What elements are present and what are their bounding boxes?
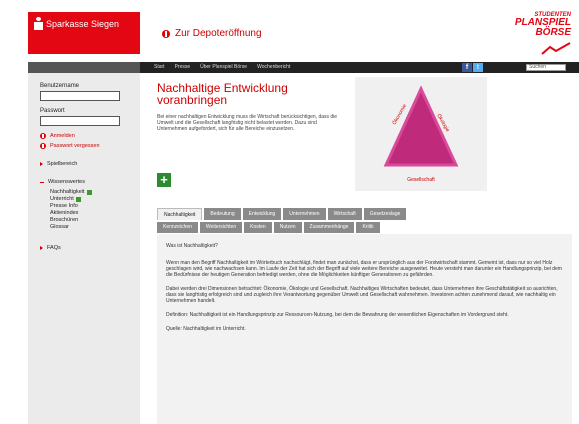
arrow-right-icon	[40, 246, 43, 250]
submenu-item[interactable]: Presse Info	[50, 203, 128, 210]
tab-kosten[interactable]: Kosten	[244, 222, 272, 233]
page-title: Nachhaltige Entwicklung voranbringen	[157, 81, 288, 107]
tab-gesetzeslage[interactable]: Gesetzeslage	[363, 208, 407, 220]
nav-item-start[interactable]: Start	[154, 64, 165, 70]
knowledge-submenu: Nachhaltigkeit Unterricht Presse Info Ak…	[40, 189, 128, 231]
tab-wirtschaft[interactable]: Wirtschaft	[327, 208, 362, 220]
depot-link[interactable]: Zur Depoteröffnung	[162, 28, 262, 39]
tab-zusammenhaenge[interactable]: Zusammenhänge	[303, 222, 355, 233]
secondary-tabs: Kennzeichen Weitersichten Kosten Nutzen …	[157, 222, 380, 233]
submenu-item[interactable]: Unterricht	[50, 196, 128, 203]
forgot-password-link[interactable]: Passwort vergessen	[40, 143, 128, 149]
username-field[interactable]	[40, 91, 120, 101]
nav-item-presse[interactable]: Presse	[175, 64, 191, 70]
article-paragraph: Wenn man den Begriff Nachhaltigkeit im W…	[166, 260, 562, 278]
arrow-right-icon	[40, 162, 43, 166]
submenu-item[interactable]: Glossar	[50, 224, 128, 231]
password-field[interactable]	[40, 116, 120, 126]
sidebar-item-game-label: Spielbereich	[47, 161, 78, 167]
tab-nutzen[interactable]: Nutzen	[273, 222, 302, 233]
password-label: Passwort	[40, 108, 65, 114]
sparkasse-s-icon	[34, 17, 43, 30]
submenu-item-label: Nachhaltigkeit	[50, 189, 85, 195]
article-paragraph: Quelle: Nachhaltigkeit im Unterricht.	[166, 326, 246, 332]
tab-kennzeichen[interactable]: Kennzeichen	[157, 222, 198, 233]
triangle-graphic: Ökonomie Ökologie	[383, 85, 459, 167]
login-link[interactable]: Anmelden	[40, 133, 128, 139]
search-input[interactable]: Suchen	[526, 64, 566, 71]
nav-items: Start Presse Über Planspiel Börse Wochen…	[154, 64, 290, 70]
planspiel-logo[interactable]: STUDENTEN PLANSPIEL BÖRSE	[515, 12, 571, 55]
article-body: Was ist Nachhaltigkeit? Wenn man den Beg…	[166, 243, 564, 340]
tab-bedeutung[interactable]: Bedeutung	[204, 208, 241, 220]
submenu-item[interactable]: Broschüren	[50, 217, 128, 224]
sidebar-item-faq-label: FAQs	[47, 245, 61, 251]
login-icon	[40, 133, 46, 139]
article-paragraph: Dabei werden drei Dimensionen betrachtet…	[166, 286, 558, 304]
forgot-link-label: Passwort vergessen	[50, 143, 100, 149]
submenu-item[interactable]: Aktienindex	[50, 210, 128, 217]
info-icon	[162, 29, 170, 38]
sustainability-triangle: Ökonomie Ökologie Gesellschaft	[355, 77, 487, 191]
sidebar: Benutzername Passwort Anmelden Passwort …	[28, 73, 140, 424]
sparkasse-logo[interactable]: Sparkasse Siegen	[28, 12, 140, 54]
forgot-icon	[40, 143, 46, 149]
tab-unternehmen[interactable]: Unternehmen	[283, 208, 326, 220]
brand-line-3: BÖRSE	[535, 27, 571, 38]
nav-left-block	[28, 62, 140, 73]
sidebar-item-faq[interactable]: FAQs	[40, 245, 128, 251]
article-paragraph: Definition: Nachhaltigkeit ist ein Handl…	[166, 312, 509, 318]
submenu-item[interactable]: Nachhaltigkeit	[50, 189, 128, 196]
submenu-item-label: Broschüren	[50, 217, 79, 223]
content-panel: Was ist Nachhaltigkeit? Wenn man den Beg…	[157, 234, 572, 424]
hero-text: Bei einer nachhaltigen Entwicklung muss …	[157, 114, 338, 132]
primary-tabs: Nachhaltigkeit Bedeutung Entwicklung Unt…	[157, 208, 407, 220]
submenu-item-label: Presse Info	[50, 203, 78, 209]
header: Sparkasse Siegen Zur Depoteröffnung STUD…	[0, 0, 579, 62]
tab-kritik[interactable]: Kritik	[356, 222, 380, 233]
checkmark-icon	[86, 190, 92, 195]
top-nav: Start Presse Über Planspiel Börse Wochen…	[28, 62, 579, 73]
tab-weitersichten[interactable]: Weitersichten	[199, 222, 243, 233]
submenu-item-label: Glossar	[50, 224, 69, 230]
username-label: Benutzername	[40, 83, 80, 89]
depot-link-label: Zur Depoteröffnung	[175, 28, 262, 39]
bank-name: Sparkasse Siegen	[46, 19, 120, 29]
sidebar-item-knowledge-label: Wissenswertes	[48, 179, 85, 185]
submenu-item-label: Unterricht	[50, 196, 74, 202]
tab-nachhaltigkeit[interactable]: Nachhaltigkeit	[157, 208, 203, 220]
checkmark-icon	[75, 197, 81, 202]
triangle-bottom-label: Gesellschaft	[407, 177, 435, 183]
expand-button[interactable]: +	[157, 173, 171, 187]
chart-zigzag-icon	[541, 42, 571, 55]
sidebar-item-knowledge[interactable]: Wissenswertes	[40, 179, 128, 185]
facebook-icon[interactable]: f	[462, 63, 472, 72]
sidebar-item-game[interactable]: Spielbereich	[40, 161, 128, 167]
login-link-label: Anmelden	[50, 133, 75, 139]
nav-item-about[interactable]: Über Planspiel Börse	[200, 64, 247, 70]
main-content: Nachhaltige Entwicklung voranbringen Bei…	[140, 73, 577, 424]
minus-icon	[40, 181, 44, 183]
nav-item-weekly-report[interactable]: Wochenbericht	[257, 64, 290, 70]
article-question: Was ist Nachhaltigkeit?	[166, 243, 218, 249]
submenu-item-label: Aktienindex	[50, 210, 79, 216]
tab-entwicklung[interactable]: Entwicklung	[242, 208, 282, 220]
social-links: f t	[462, 63, 483, 72]
twitter-icon[interactable]: t	[473, 63, 483, 72]
